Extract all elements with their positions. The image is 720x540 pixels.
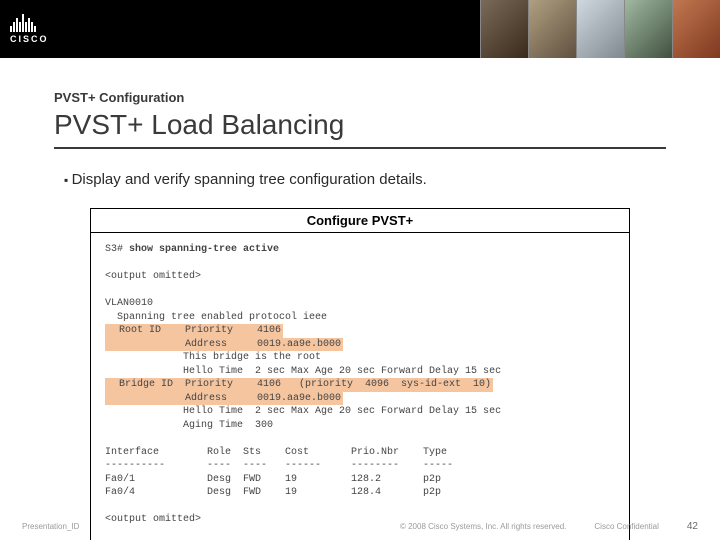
logo-bars-icon [10,14,49,32]
header-photo-strip [480,0,720,58]
kicker-text: PVST+ Configuration [54,90,666,105]
bridge-hello-line: Hello Time 2 sec Max Age 20 sec Forward … [105,406,501,417]
bridge-aging-line: Aging Time 300 [105,420,273,431]
root-this-line: This bridge is the root [105,352,321,363]
cisco-logo: CISCO [10,14,49,44]
header-bar: CISCO [0,0,720,58]
logo-text: CISCO [10,34,49,44]
footer: Presentation_ID © 2008 Cisco Systems, In… [0,521,720,532]
bridge-priority-line: Bridge ID Priority 4106 (priority 4096 s… [105,378,493,392]
root-hello-line: Hello Time 2 sec Max Age 20 sec Forward … [105,366,501,377]
footer-right: © 2008 Cisco Systems, Inc. All rights re… [400,521,698,532]
terminal-panel: Configure PVST+ S3# show spanning-tree a… [90,208,630,540]
output-omitted-top: <output omitted> [105,271,201,282]
terminal-output: S3# show spanning-tree active <output om… [91,233,629,540]
panel-title: Configure PVST+ [91,209,629,233]
iface-sep: ---------- ---- ---- ------ -------- ---… [105,460,453,471]
page-title: PVST+ Load Balancing [54,109,666,149]
command: show spanning-tree active [129,244,279,255]
bullet-line: Display and verify spanning tree configu… [64,171,666,188]
slide-content: PVST+ Configuration PVST+ Load Balancing… [0,58,720,540]
footer-copyright: © 2008 Cisco Systems, Inc. All rights re… [400,522,566,531]
bridge-address-line: Address 0019.aa9e.b000 [105,392,343,406]
iface-row-2: Fa0/4 Desg FWD 19 128.4 p2p [105,487,441,498]
footer-confidential: Cisco Confidential [594,522,658,531]
vlan-line: VLAN0010 [105,298,153,309]
prompt: S3# [105,244,129,255]
footer-left: Presentation_ID [22,522,79,531]
iface-header: Interface Role Sts Cost Prio.Nbr Type [105,447,447,458]
root-address-line: Address 0019.aa9e.b000 [105,338,343,352]
proto-line: Spanning tree enabled protocol ieee [105,312,327,323]
iface-row-1: Fa0/1 Desg FWD 19 128.2 p2p [105,474,441,485]
page-number: 42 [687,521,698,532]
root-priority-line: Root ID Priority 4106 [105,324,283,338]
